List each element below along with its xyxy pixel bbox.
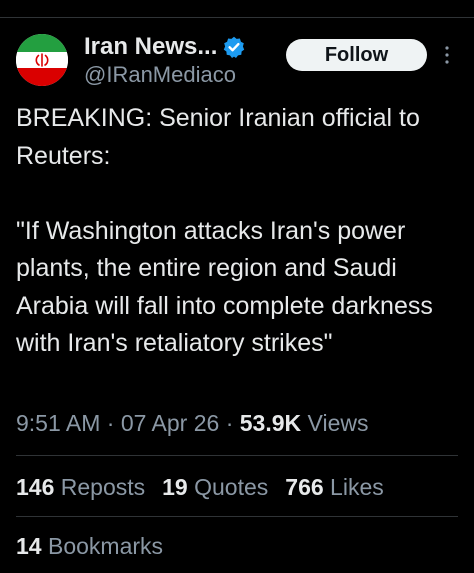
reposts-label: Reposts bbox=[60, 474, 146, 500]
tweet-header: Iran News... @IRanMediaco Follow bbox=[16, 32, 458, 92]
verified-badge-icon bbox=[223, 36, 245, 58]
follow-button[interactable]: Follow bbox=[286, 39, 427, 71]
quotes-stat[interactable]: 19 Quotes bbox=[162, 474, 268, 501]
views-label: Views bbox=[307, 410, 369, 436]
likes-label: Likes bbox=[330, 474, 384, 500]
iran-flag-icon bbox=[16, 34, 68, 86]
quotes-label: Quotes bbox=[194, 474, 269, 500]
quotes-count: 19 bbox=[162, 474, 188, 500]
tweet-meta: 9:51 AM · 07 Apr 26 · 53.9K Views bbox=[16, 410, 368, 437]
more-options-icon[interactable] bbox=[442, 42, 452, 68]
tweet-time[interactable]: 9:51 AM bbox=[16, 410, 100, 436]
divider bbox=[16, 516, 458, 517]
views-count[interactable]: 53.9K bbox=[240, 410, 301, 436]
bookmarks-label: Bookmarks bbox=[47, 533, 164, 559]
bookmarks-stat[interactable]: 14 Bookmarks bbox=[16, 533, 163, 560]
reposts-count: 146 bbox=[16, 474, 55, 500]
bookmarks-count: 14 bbox=[16, 533, 42, 559]
handle[interactable]: @IRanMediaco bbox=[84, 62, 236, 88]
meta-separator: · bbox=[106, 410, 115, 436]
engagement-stats: 146 Reposts 19 Quotes 766 Likes bbox=[16, 474, 384, 501]
likes-stat[interactable]: 766 Likes bbox=[285, 474, 383, 501]
reposts-stat[interactable]: 146 Reposts bbox=[16, 474, 145, 501]
top-divider bbox=[0, 17, 474, 18]
name-row: Iran News... bbox=[84, 32, 245, 62]
divider bbox=[16, 455, 458, 456]
meta-separator: · bbox=[225, 410, 234, 436]
display-name[interactable]: Iran News... bbox=[84, 33, 217, 61]
avatar[interactable] bbox=[16, 34, 68, 86]
tweet-date[interactable]: 07 Apr 26 bbox=[121, 410, 219, 436]
likes-count: 766 bbox=[285, 474, 324, 500]
tweet-text: BREAKING: Senior Iranian official to Reu… bbox=[16, 104, 433, 357]
